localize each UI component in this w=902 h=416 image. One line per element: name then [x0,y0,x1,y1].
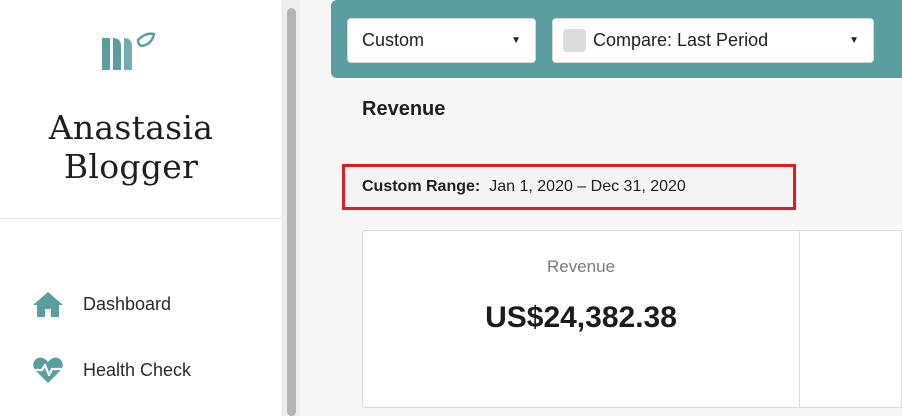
filter-toolbar: Custom ▼ Compare: Last Period ▼ [331,0,902,78]
custom-range-value: Jan 1, 2020 – Dec 31, 2020 [489,178,686,195]
compare-select[interactable]: Compare: Last Period ▼ [552,18,874,63]
revenue-card: Revenue US$24,382.38 [362,230,902,408]
main-content: Custom ▼ Compare: Last Period ▼ Revenue … [300,0,902,416]
heart-pulse-icon [32,355,64,385]
sidebar-divider [0,218,283,219]
brand-line-1: Anastasia [48,108,214,147]
sidebar-item-label: Health Check [83,359,192,380]
home-icon [32,289,64,319]
compare-checkbox[interactable] [563,29,586,52]
brand-line-2: Blogger [63,147,199,186]
caret-down-icon: ▼ [849,35,859,46]
logo-icon [100,30,162,74]
sidebar-item-health-check[interactable]: Health Check [32,355,191,385]
card-divider [799,231,800,407]
date-range-select-value: Custom [362,30,425,50]
caret-down-icon: ▼ [511,35,521,46]
brand-name: Anastasia Blogger [0,108,262,186]
sidebar-item-dashboard[interactable]: Dashboard [32,289,171,319]
sidebar: Anastasia Blogger Dashboard Health Check [0,0,283,416]
metric-value: US$24,382.38 [485,301,677,334]
date-range-select[interactable]: Custom ▼ [347,18,536,63]
sidebar-scrollbar[interactable] [283,0,300,416]
page-title: Revenue [362,98,446,120]
scrollbar-thumb[interactable] [287,8,296,416]
sidebar-item-label: Dashboard [83,293,172,314]
custom-range-label: Custom Range: [362,178,481,195]
metric-label: Revenue [546,257,616,276]
compare-select-value: Compare: Last Period [593,30,769,50]
custom-range-highlight: Custom Range: Jan 1, 2020 – Dec 31, 2020 [342,164,796,210]
